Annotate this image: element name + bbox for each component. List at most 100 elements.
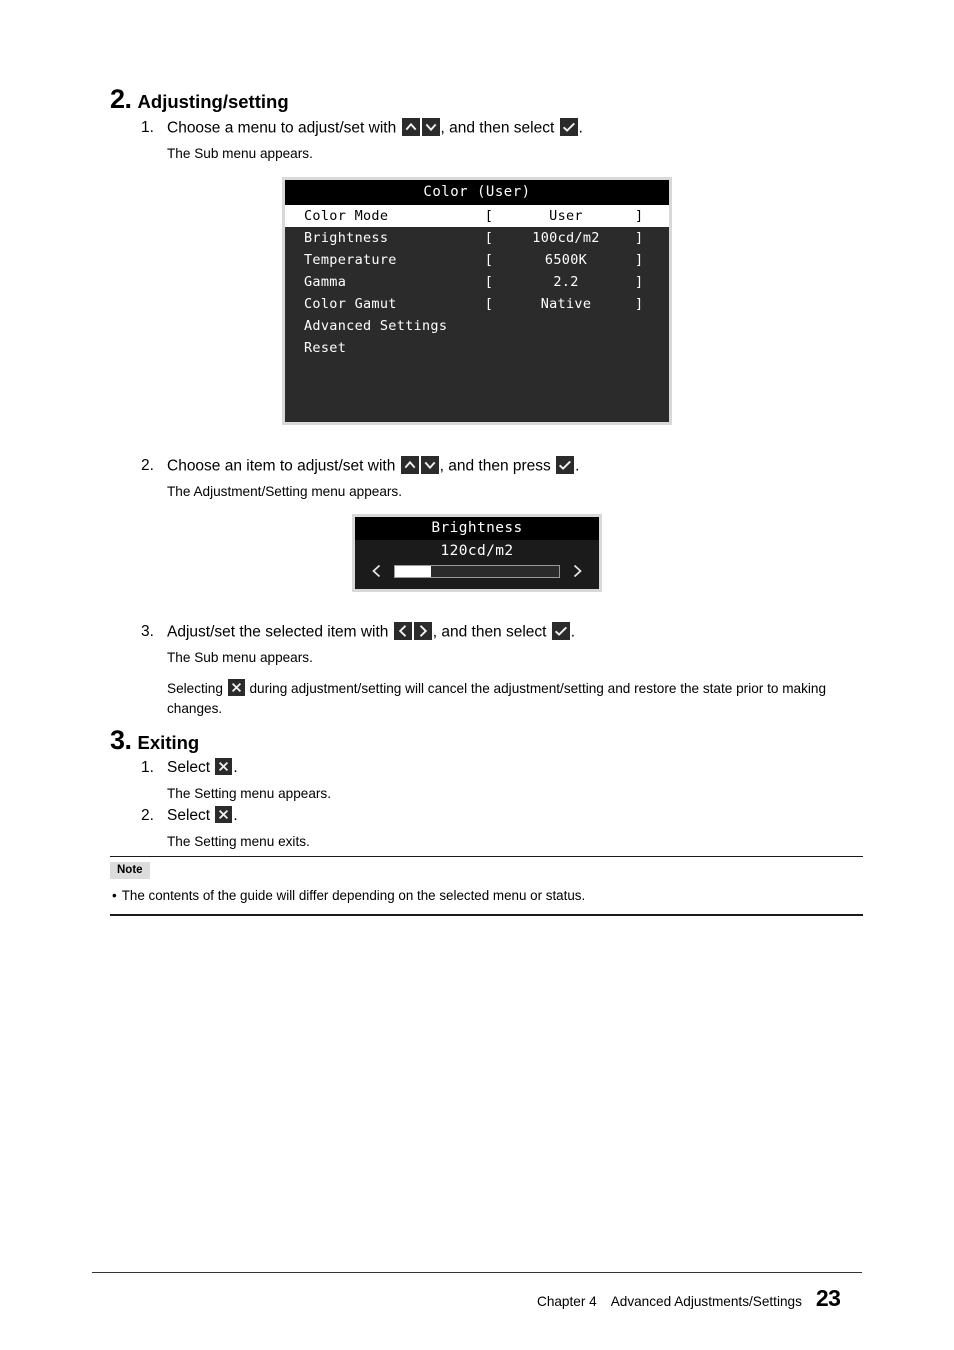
note-box: Note • The contents of the guide will dif… bbox=[110, 856, 863, 916]
down-arrow-icon[interactable] bbox=[420, 456, 439, 474]
brightness-slider-track[interactable] bbox=[394, 564, 560, 578]
check-icon[interactable] bbox=[551, 622, 570, 640]
step-text-middle: , and then select bbox=[440, 119, 555, 137]
step-text-after: . bbox=[570, 623, 576, 641]
osd-row-label: Color Mode bbox=[304, 208, 389, 224]
osd-row-color-mode[interactable]: Color Mode [ User ] bbox=[285, 205, 669, 227]
osd-row-value: User bbox=[549, 208, 583, 224]
section-number: 2 bbox=[110, 86, 132, 113]
step-note-after: during adjustment/setting will cancel th… bbox=[167, 680, 827, 717]
exit-step-2: 2. Select . The Setting menu exits. bbox=[141, 806, 741, 851]
osd-bracket-right: ] bbox=[635, 274, 644, 290]
osd-bracket-right: ] bbox=[635, 230, 644, 246]
section-title: Exiting bbox=[137, 732, 200, 753]
step-text-middle: , and then select bbox=[432, 623, 547, 641]
footer-chapter-title: Advanced Adjustments/Settings bbox=[610, 1294, 802, 1309]
check-icon[interactable] bbox=[559, 118, 578, 136]
footer-chapter: Chapter 4 bbox=[537, 1294, 597, 1309]
osd-brightness-dialog: Brightness 120cd/m2 bbox=[352, 514, 602, 592]
step-body: Adjust/set the selected item with , and … bbox=[167, 622, 847, 720]
step-text-middle: , and then press bbox=[439, 457, 551, 475]
osd-row-label: Color Gamut bbox=[304, 296, 397, 312]
osd-row-gamma[interactable]: Gamma [ 2.2 ] bbox=[285, 271, 669, 293]
osd-brightness-title: Brightness bbox=[355, 517, 599, 540]
osd-bracket-left: [ bbox=[484, 230, 494, 246]
osd-row-label: Advanced Settings bbox=[304, 318, 448, 334]
slider-right-arrow-icon[interactable] bbox=[571, 563, 585, 579]
step-text-after: . bbox=[578, 119, 583, 137]
osd-row-label: Temperature bbox=[304, 252, 397, 268]
document-page: 2 Adjusting/setting 1. Choose a menu to … bbox=[0, 0, 954, 1350]
check-icon[interactable] bbox=[556, 456, 575, 474]
step-body: Select . The Setting menu exits. bbox=[167, 806, 741, 851]
osd-row-value: 6500K bbox=[544, 252, 588, 268]
osd-row-advanced-settings[interactable]: Advanced Settings bbox=[285, 315, 669, 337]
osd-brightness-slider-row bbox=[355, 561, 599, 587]
osd-row-color-gamut[interactable]: Color Gamut [ Native ] bbox=[285, 293, 669, 315]
step-number: 1. bbox=[141, 759, 154, 776]
osd-color-menu: Color (User) Color Mode [ User ] Brightn… bbox=[282, 177, 672, 425]
step-result: The Setting menu exits. bbox=[167, 833, 310, 849]
step-2: 2. Choose an item to adjust/set with , a… bbox=[141, 456, 841, 502]
step-text-before: Adjust/set the selected item with bbox=[167, 623, 389, 641]
osd-row-reset[interactable]: Reset bbox=[285, 337, 669, 359]
step-result: The Setting menu appears. bbox=[167, 785, 331, 801]
osd-row-label: Gamma bbox=[304, 274, 347, 290]
osd-brightness-value: 120cd/m2 bbox=[440, 543, 514, 559]
down-arrow-icon[interactable] bbox=[421, 118, 440, 136]
right-arrow-icon[interactable] bbox=[413, 622, 432, 640]
step-text-before: Choose a menu to adjust/set with bbox=[167, 119, 397, 137]
section-number: 3 bbox=[110, 727, 132, 754]
osd-bracket-right: ] bbox=[635, 296, 644, 312]
close-icon[interactable] bbox=[227, 678, 245, 696]
step-note-before: Selecting bbox=[167, 680, 223, 696]
step-result: The Sub menu appears. bbox=[167, 146, 313, 162]
section-title: Adjusting/setting bbox=[137, 91, 289, 112]
step-text-after: . bbox=[575, 457, 580, 475]
step-body: Choose an item to adjust/set with , and … bbox=[167, 456, 841, 502]
note-text: The contents of the guide will differ de… bbox=[121, 888, 586, 904]
step-number: 2. bbox=[141, 457, 154, 474]
note-top-rule bbox=[110, 856, 863, 858]
note-bullet: • bbox=[112, 888, 117, 904]
osd-bracket-right: ] bbox=[635, 208, 644, 224]
osd-row-label: Reset bbox=[304, 340, 347, 356]
section-heading-adjusting: 2 Adjusting/setting bbox=[110, 86, 289, 113]
close-icon[interactable] bbox=[215, 758, 233, 775]
osd-bracket-left: [ bbox=[484, 252, 494, 268]
up-arrow-icon[interactable] bbox=[401, 118, 420, 136]
step-text-before: Choose an item to adjust/set with bbox=[167, 457, 396, 475]
osd-row-value: 100cd/m2 bbox=[532, 230, 600, 246]
step-text-after: . bbox=[233, 759, 238, 776]
exit-step-1: 1. Select . The Setting menu appears. bbox=[141, 758, 741, 803]
up-arrow-icon[interactable] bbox=[400, 456, 419, 474]
step-note: Selecting during adjustment/setting will… bbox=[167, 678, 847, 720]
left-arrow-icon[interactable] bbox=[393, 622, 412, 640]
footer: Chapter 4 Advanced Adjustments/Settings … bbox=[537, 1285, 841, 1312]
brightness-slider-fill bbox=[395, 565, 432, 577]
osd-row-temperature[interactable]: Temperature [ 6500K ] bbox=[285, 249, 669, 271]
step-text-before: Select bbox=[167, 807, 211, 824]
note-bottom-rule bbox=[110, 914, 863, 916]
step-text-after: . bbox=[233, 807, 238, 824]
step-result: The Adjustment/Setting menu appears. bbox=[167, 484, 403, 500]
note-badge: Note bbox=[110, 862, 150, 880]
step-text-before: Select bbox=[167, 759, 211, 776]
step-result: The Sub menu appears. bbox=[167, 650, 313, 666]
footer-page-number: 23 bbox=[815, 1285, 841, 1311]
osd-row-label: Brightness bbox=[304, 230, 389, 246]
step-1: 1. Choose a menu to adjust/set with , an… bbox=[141, 118, 841, 164]
step-number: 2. bbox=[141, 807, 154, 824]
footer-rule bbox=[92, 1272, 862, 1274]
step-number: 1. bbox=[141, 119, 154, 136]
close-icon[interactable] bbox=[215, 806, 233, 823]
step-body: Select . The Setting menu appears. bbox=[167, 758, 741, 803]
osd-row-brightness[interactable]: Brightness [ 100cd/m2 ] bbox=[285, 227, 669, 249]
osd-row-value: 2.2 bbox=[553, 274, 579, 290]
osd-bracket-left: [ bbox=[484, 274, 494, 290]
osd-row-value: Native bbox=[540, 296, 592, 312]
slider-left-arrow-icon[interactable] bbox=[369, 563, 383, 579]
osd-bracket-left: [ bbox=[484, 296, 494, 312]
note-list-item: • The contents of the guide will differ d… bbox=[110, 887, 863, 906]
step-number: 3. bbox=[141, 623, 154, 640]
